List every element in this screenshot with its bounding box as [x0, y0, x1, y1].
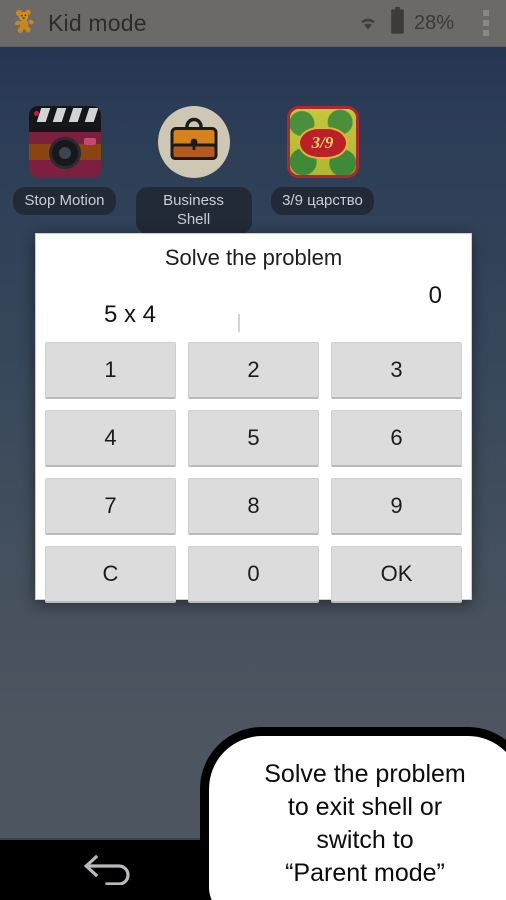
- app-label: Business Shell: [135, 187, 252, 234]
- key-7[interactable]: 7: [45, 478, 176, 535]
- tooltip-bubble: Solve the problem to exit shell or switc…: [200, 727, 506, 900]
- problem-row: 5 x 4 0: [36, 282, 471, 332]
- keypad-row: 1 2 3: [45, 342, 462, 399]
- dialog-title: Solve the problem: [164, 245, 343, 270]
- app-shortcut-kingdom[interactable]: 3/9 3/9 царство: [258, 106, 387, 234]
- key-3[interactable]: 3: [331, 342, 462, 399]
- key-9[interactable]: 9: [331, 478, 462, 535]
- status-bar-title: Kid mode: [48, 9, 147, 36]
- app-label: 3/9 царство: [271, 187, 374, 215]
- briefcase-lock-icon: [157, 106, 230, 178]
- keypad-row: 4 5 6: [45, 410, 462, 467]
- key-1[interactable]: 1: [45, 342, 176, 399]
- key-6[interactable]: 6: [331, 410, 462, 467]
- answer-input[interactable]: 0: [238, 282, 446, 332]
- stop-motion-camera-icon: [28, 106, 101, 178]
- kingdom-game-icon: 3/9: [286, 106, 359, 178]
- key-clear[interactable]: C: [45, 546, 176, 603]
- problem-expression: 5 x 4: [104, 301, 157, 328]
- teddy-bear-icon: [12, 8, 38, 39]
- status-bar-indicators: 28%: [354, 7, 492, 39]
- key-0[interactable]: 0: [188, 546, 319, 603]
- key-8[interactable]: 8: [188, 478, 319, 535]
- app-label: Stop Motion: [13, 187, 116, 215]
- app-grid: Stop Motion Business Shell 3/9 3/9 царст…: [0, 106, 506, 234]
- key-4[interactable]: 4: [45, 410, 176, 467]
- key-ok[interactable]: OK: [331, 546, 462, 603]
- app-shortcut-stop-motion[interactable]: Stop Motion: [0, 106, 129, 234]
- answer-value: 0: [428, 282, 442, 309]
- battery-percent-label: 28%: [413, 11, 454, 34]
- back-arrow-icon[interactable]: [80, 852, 142, 886]
- wifi-icon: [354, 10, 382, 36]
- solve-problem-dialog: Solve the problem 5 x 4 0 1 2 3 4 5 6 7 …: [35, 233, 472, 603]
- status-bar: Kid mode 28%: [0, 0, 506, 47]
- battery-icon: [390, 7, 405, 39]
- answer-input-underline: [238, 314, 240, 332]
- keypad-row: 7 8 9: [45, 478, 462, 535]
- keypad-row: C 0 OK: [45, 546, 462, 603]
- numeric-keypad: 1 2 3 4 5 6 7 8 9 C 0 OK: [36, 332, 471, 612]
- tooltip-text: Solve the problem to exit shell or switc…: [264, 760, 466, 887]
- app-shortcut-business-shell[interactable]: Business Shell: [129, 106, 258, 234]
- key-5[interactable]: 5: [188, 410, 319, 467]
- overflow-menu-icon[interactable]: [480, 7, 492, 39]
- phone-screen: Kid mode 28% Stop Motion Business Shell …: [0, 0, 506, 900]
- key-2[interactable]: 2: [188, 342, 319, 399]
